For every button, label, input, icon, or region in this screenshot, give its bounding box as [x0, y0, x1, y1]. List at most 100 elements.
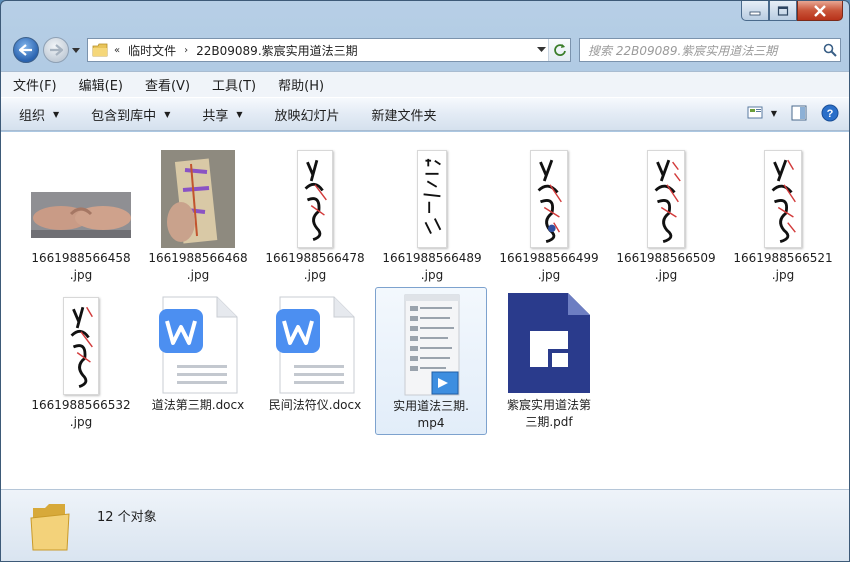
organize-label: 组织 [19, 108, 46, 124]
back-button[interactable] [13, 37, 39, 63]
file-name-line1: 1661988566509 [616, 251, 716, 265]
recent-pages-dropdown[interactable] [72, 46, 80, 54]
image-thumbnail [142, 140, 254, 248]
slideshow-label: 放映幻灯片 [274, 108, 340, 124]
image-thumbnail [25, 140, 137, 248]
forward-button[interactable] [43, 37, 69, 63]
file-name-line1: 1661988566532 [31, 398, 131, 412]
preview-pane-button[interactable] [791, 105, 807, 121]
file-name-line2: 三期.pdf [525, 415, 573, 429]
search-icon[interactable] [820, 43, 840, 57]
status-bar: 12 个对象 [1, 489, 849, 561]
file-name: 实用道法三期. mp4 [376, 398, 486, 432]
file-item-selected[interactable]: 实用道法三期. mp4 [375, 287, 487, 435]
maximize-icon [777, 5, 789, 16]
file-name: 1661988566509 .jpg [610, 250, 722, 284]
file-name-line2: .jpg [654, 268, 678, 282]
menu-view[interactable]: 查看(V) [145, 75, 190, 94]
minimize-button[interactable] [741, 1, 769, 21]
image-thumbnail [727, 140, 839, 248]
file-name: 紫宸实用道法第 三期.pdf [493, 397, 605, 431]
maximize-button[interactable] [769, 1, 797, 21]
menu-tools[interactable]: 工具(T) [212, 75, 256, 94]
file-name: 1661988566489 .jpg [376, 250, 488, 284]
view-options-button[interactable]: ▼ [747, 105, 777, 121]
object-count: 12 个对象 [97, 510, 157, 525]
arrow-left-icon [19, 44, 32, 56]
refresh-icon [553, 44, 566, 56]
menu-bar: 文件(F) 编辑(E) 查看(V) 工具(T) 帮助(H) [1, 71, 849, 97]
file-name: 1661988566532 .jpg [25, 397, 137, 431]
folder-icon [30, 504, 70, 551]
file-item[interactable]: 道法第三期.docx [142, 287, 254, 414]
toolbar-right: ▼ ? [733, 104, 839, 122]
file-item[interactable]: 1661988566521 .jpg [727, 140, 839, 284]
video-thumbnail [376, 288, 488, 396]
file-name: 道法第三期.docx [142, 397, 254, 414]
file-name-line1: 实用道法三期. [393, 399, 469, 413]
slideshow-button[interactable]: 放映幻灯片 [275, 105, 340, 124]
search-input[interactable]: 搜索 22B09089.紫宸实用道法三期 [588, 42, 820, 59]
breadcrumb-overflow[interactable]: « [114, 45, 120, 56]
navigation-row: « 临时文件 › 22B09089.紫宸实用道法三期 搜索 22B09089.紫… [9, 35, 843, 65]
file-name-line1: 道法第三期.docx [151, 398, 245, 412]
chevron-down-icon: ▼ [236, 109, 243, 119]
file-name-line1: 1661988566478 [265, 251, 365, 265]
file-item[interactable]: 1661988566489 .jpg [376, 140, 488, 284]
new-folder-label: 新建文件夹 [371, 108, 437, 124]
file-name-line2: .jpg [537, 268, 561, 282]
file-name-line2: .jpg [69, 415, 93, 429]
file-name-line2: .jpg [69, 268, 93, 282]
svg-text:?: ? [827, 108, 834, 120]
file-item[interactable]: 紫宸实用道法第 三期.pdf [493, 287, 605, 431]
address-bar[interactable]: « 临时文件 › 22B09089.紫宸实用道法三期 [87, 38, 571, 62]
breadcrumb-current-folder[interactable]: 22B09089.紫宸实用道法三期 [196, 42, 358, 59]
menu-edit[interactable]: 编辑(E) [79, 75, 123, 94]
file-name: 民间法符仪.docx [259, 397, 371, 414]
menu-help[interactable]: 帮助(H) [278, 75, 324, 94]
file-name-line1: 1661988566521 [733, 251, 833, 265]
breadcrumb-separator[interactable]: › [184, 45, 188, 56]
file-name-line1: 紫宸实用道法第 [506, 398, 591, 412]
file-item[interactable]: 1661988566458 .jpg [25, 140, 137, 284]
address-dropdown-icon[interactable] [537, 47, 546, 53]
file-name-line2: .jpg [771, 268, 795, 282]
organize-button[interactable]: 组织 ▼ [19, 105, 59, 124]
file-item[interactable]: 1661988566499 .jpg [493, 140, 605, 284]
file-item[interactable]: 1661988566468 .jpg [142, 140, 254, 284]
file-item[interactable]: 民间法符仪.docx [259, 287, 371, 414]
close-button[interactable] [797, 1, 843, 21]
file-item[interactable]: 1661988566532 .jpg [25, 287, 137, 431]
breadcrumb-temp-folder[interactable]: 临时文件 [128, 42, 176, 59]
file-list: 1661988566458 .jpg 1661988566468 .jpg 16… [1, 132, 849, 489]
file-name-line1: 1661988566458 [31, 251, 131, 265]
file-name: 1661988566521 .jpg [727, 250, 839, 284]
caption-buttons [741, 1, 843, 21]
file-name-line1: 1661988566468 [148, 251, 248, 265]
file-name-line2: mp4 [417, 416, 445, 430]
search-box[interactable]: 搜索 22B09089.紫宸实用道法三期 [579, 38, 841, 62]
help-button[interactable]: ? [821, 104, 839, 122]
include-library-button[interactable]: 包含到库中 ▼ [91, 105, 170, 124]
image-thumbnail [259, 140, 371, 248]
file-name-line2: .jpg [303, 268, 327, 282]
preview-pane-icon [791, 105, 807, 121]
help-icon: ? [821, 104, 839, 122]
refresh-button[interactable] [548, 39, 570, 61]
pdf-icon [493, 287, 605, 395]
chevron-down-icon: ▼ [770, 108, 777, 118]
image-thumbnail [493, 140, 605, 248]
chevron-down-icon: ▼ [53, 109, 60, 119]
file-item[interactable]: 1661988566509 .jpg [610, 140, 722, 284]
file-item[interactable]: 1661988566478 .jpg [259, 140, 371, 284]
new-folder-button[interactable]: 新建文件夹 [372, 105, 437, 124]
image-thumbnail [610, 140, 722, 248]
chevron-down-icon: ▼ [164, 109, 171, 119]
share-button[interactable]: 共享 ▼ [202, 105, 242, 124]
file-name-line2: .jpg [420, 268, 444, 282]
explorer-window: « 临时文件 › 22B09089.紫宸实用道法三期 搜索 22B09089.紫… [0, 0, 850, 562]
menu-file[interactable]: 文件(F) [13, 75, 57, 94]
image-thumbnail [25, 287, 137, 395]
arrow-right-icon [50, 44, 63, 56]
file-name: 1661988566458 .jpg [25, 250, 137, 284]
